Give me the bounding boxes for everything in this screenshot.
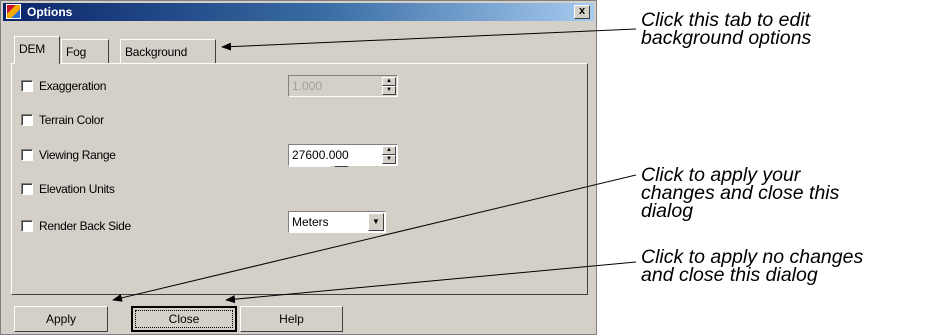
callout-arrows — [112, 28, 637, 304]
callout-arrow-tab — [221, 28, 637, 51]
tab-dem[interactable]: DEM — [14, 36, 60, 64]
callout-arrow-close — [225, 261, 637, 304]
callout-arrow-apply — [112, 174, 637, 302]
